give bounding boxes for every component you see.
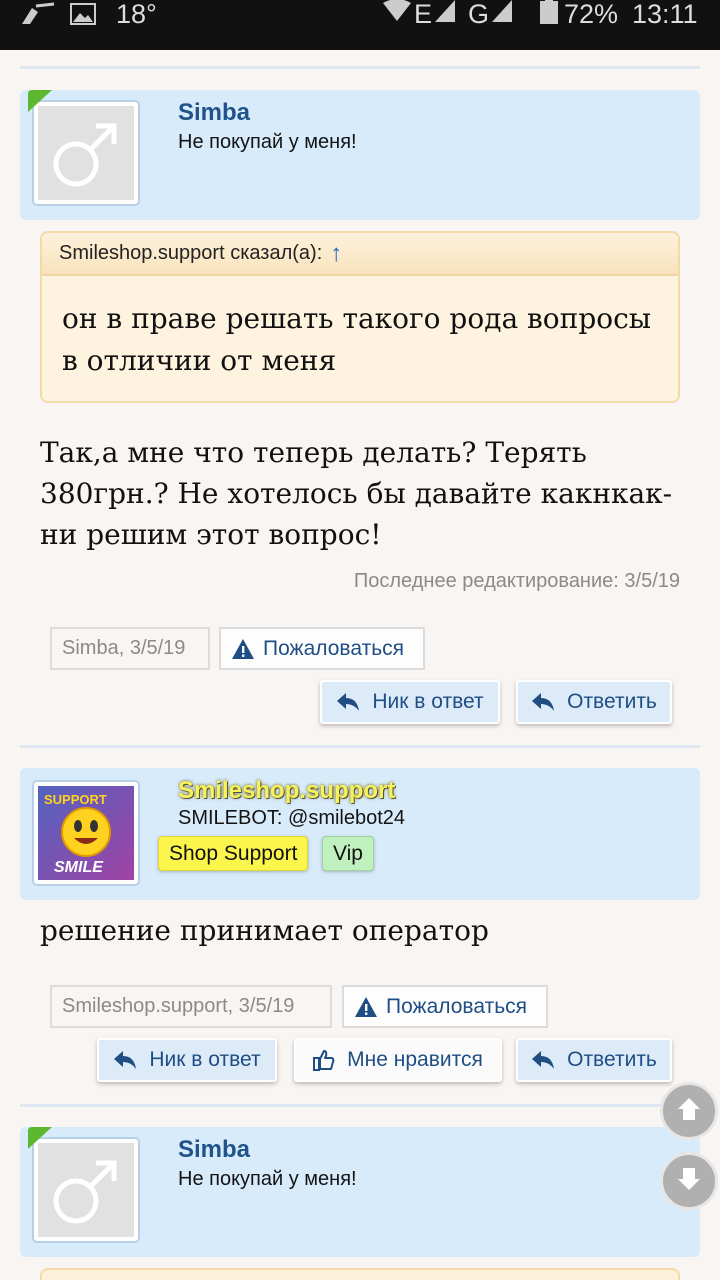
user-title: Не покупай у меня!	[178, 131, 357, 153]
reply-button[interactable]: Ответить	[516, 1038, 672, 1082]
report-button[interactable]: Пожаловаться	[219, 627, 425, 670]
divider	[20, 1104, 700, 1107]
reply-button[interactable]: Ответить	[516, 680, 672, 724]
reply-nick-button[interactable]: Ник в ответ	[320, 680, 500, 724]
go-to-quote-icon[interactable]: ↑	[330, 240, 342, 268]
battery-percent: 72%	[564, 0, 619, 29]
meta-date[interactable]: , 3/5/19	[119, 637, 186, 660]
scroll-down-button[interactable]	[660, 1152, 718, 1210]
svg-text:SUPPORT: SUPPORT	[44, 792, 107, 807]
male-symbol-icon	[53, 1160, 117, 1224]
report-button[interactable]: Пожаловаться	[342, 985, 548, 1028]
user-title: SMILEBOT: @smilebot24	[178, 807, 406, 829]
like-label: Мне нравится	[347, 1048, 483, 1071]
report-label: Пожаловаться	[263, 636, 405, 660]
warning-icon	[231, 638, 255, 660]
wifi-icon	[382, 0, 412, 30]
warning-icon	[354, 996, 378, 1018]
svg-text:SMILE: SMILE	[54, 859, 104, 876]
arrow-down-icon	[675, 1165, 703, 1198]
post-header: Simba Не покупай у меня!	[20, 90, 700, 220]
meta-date[interactable]: , 3/5/19	[228, 995, 295, 1018]
meta-author[interactable]: Simba	[62, 637, 119, 660]
smiley-avatar-icon: SUPPORT SMILE	[38, 786, 134, 880]
reply-icon	[531, 692, 555, 712]
divider	[20, 745, 700, 748]
signal-icon	[434, 0, 456, 30]
reply-nick-button[interactable]: Ник в ответ	[97, 1038, 277, 1082]
post-header: SUPPORT SMILE Smileshop.support SMILEBOT…	[20, 768, 700, 900]
gallery-icon	[70, 0, 96, 28]
post-meta: Simba, 3/5/19	[50, 627, 210, 670]
scroll-up-button[interactable]	[660, 1082, 718, 1140]
badge-vip: Vip	[322, 836, 374, 871]
user-title: Не покупай у меня!	[178, 1168, 357, 1190]
username[interactable]: Smileshop.support	[178, 777, 395, 805]
temperature: 18°	[116, 0, 157, 29]
status-bar: 18° E G 72% 13:11	[0, 0, 720, 50]
avatar[interactable]: SUPPORT SMILE	[32, 780, 140, 886]
reply-nick-label: Ник в ответ	[149, 1048, 261, 1071]
report-label: Пожаловаться	[386, 994, 528, 1018]
broom-icon	[18, 0, 58, 28]
divider	[20, 66, 700, 69]
reply-icon	[531, 1050, 555, 1070]
quote-block	[40, 1268, 680, 1280]
reply-nick-label: Ник в ответ	[372, 690, 484, 713]
avatar[interactable]	[32, 100, 140, 206]
reply-label: Ответить	[567, 1048, 657, 1071]
reply-label: Ответить	[567, 690, 657, 713]
quote-block: Smileshop.support сказал(а): ↑ он в прав…	[40, 231, 680, 403]
badge-shop-support: Shop Support	[158, 836, 309, 871]
signal-icon-2	[491, 0, 513, 30]
male-symbol-icon	[53, 123, 117, 187]
post-header: Simba Не покупай у меня!	[20, 1127, 700, 1257]
quote-author: Smileshop.support сказал(а):	[59, 242, 323, 264]
quote-text: он в праве решать такого рода вопросы в …	[62, 302, 652, 377]
network-type-e: E	[414, 0, 433, 29]
arrow-up-icon	[675, 1095, 703, 1128]
post-message: Так,а мне что теперь делать? Терять 380г…	[40, 436, 673, 551]
quote-header: Smileshop.support сказал(а): ↑	[42, 233, 678, 276]
thumbs-up-icon	[313, 1049, 335, 1071]
online-indicator-icon	[28, 1127, 52, 1149]
reply-icon	[113, 1050, 137, 1070]
clock: 13:11	[632, 0, 698, 29]
meta-author[interactable]: Smileshop.support	[62, 995, 228, 1018]
edited-note: Последнее редактирование: 3/5/19	[353, 570, 680, 592]
username[interactable]: Simba	[178, 99, 250, 127]
battery-icon	[540, 0, 558, 31]
like-button[interactable]: Мне нравится	[294, 1038, 502, 1082]
username[interactable]: Simba	[178, 1136, 250, 1164]
avatar[interactable]	[32, 1137, 140, 1243]
online-indicator-icon	[28, 90, 52, 112]
reply-icon	[336, 692, 360, 712]
network-type-g: G	[468, 0, 490, 29]
post-meta: Smileshop.support, 3/5/19	[50, 985, 332, 1028]
post-message: решение принимает оператор	[40, 914, 489, 947]
